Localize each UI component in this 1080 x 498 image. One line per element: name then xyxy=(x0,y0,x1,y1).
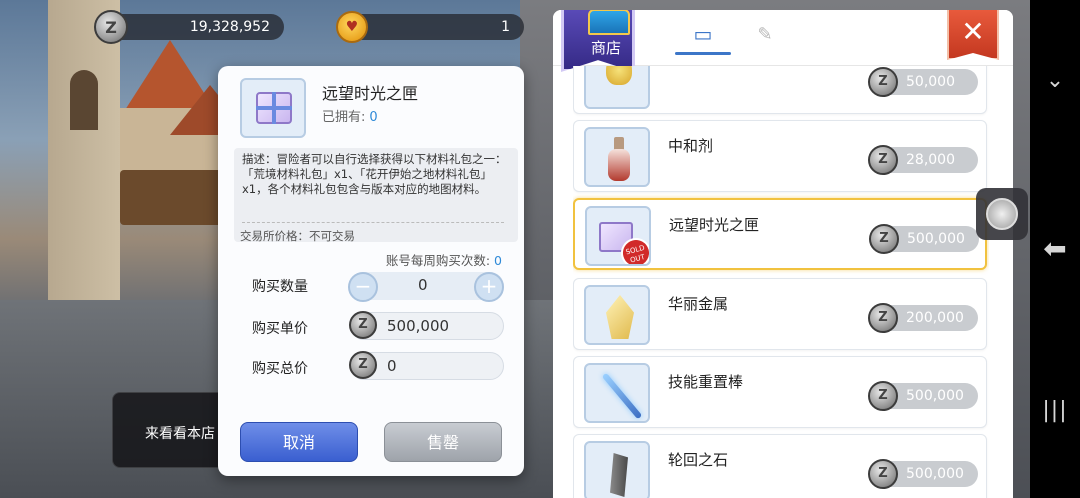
zeny-coin-icon: Z xyxy=(868,145,898,175)
tab-tools[interactable]: ✎ xyxy=(745,24,785,54)
background-window xyxy=(70,70,98,130)
item-price-value: 500,000 xyxy=(907,231,965,247)
owned-label: 已拥有: xyxy=(322,110,366,125)
owned-count: 0 xyxy=(369,110,378,125)
background-cart xyxy=(120,170,225,225)
tool-icon: ✎ xyxy=(757,24,773,45)
item-price: Z 50,000 xyxy=(868,67,978,97)
close-button[interactable]: ✕ xyxy=(947,10,999,60)
item-name: 华丽金属 xyxy=(668,295,729,313)
active-tab-indicator xyxy=(675,52,731,55)
purchase-dialog: 远望时光之匣 已拥有: 0 描述：冒险者可以自行选择获得以下材料礼包之一：「荒境材… xyxy=(218,66,524,476)
item-thumbnail xyxy=(584,285,650,345)
dialog-item-thumbnail xyxy=(240,78,306,138)
item-price: Z 500,000 xyxy=(868,459,978,489)
tab-shop[interactable]: ▭ xyxy=(677,22,729,62)
chevron-down-icon[interactable]: ⌄ xyxy=(1030,68,1080,93)
cat-coin-icon: ♥ xyxy=(336,11,368,43)
unit-price-label: 购买单价 xyxy=(252,321,308,337)
shop-item-selected[interactable]: SOLD OUT 远望时光之匣 Z 500,000 xyxy=(573,198,987,270)
quantity-increase-button[interactable]: + xyxy=(474,272,504,302)
zeny-coin-icon: Z xyxy=(868,303,898,333)
shop-item[interactable]: 轮回之石 Z 500,000 xyxy=(573,434,987,498)
description-divider xyxy=(242,222,504,223)
sold-out-button[interactable]: 售罄 xyxy=(384,422,502,462)
item-price: Z 200,000 xyxy=(868,303,978,333)
gift-box-icon xyxy=(256,92,292,124)
trade-price-text: 交易所价格：不可交易 xyxy=(240,229,355,243)
item-thumbnail xyxy=(584,363,650,423)
total-price-value: 0 xyxy=(387,357,397,375)
item-name: 远望时光之匣 xyxy=(669,216,760,234)
weekly-limit-label: 账号每周购买次数: xyxy=(385,253,491,268)
item-price-value: 28,000 xyxy=(906,152,955,168)
shop-item[interactable]: Z 50,000 xyxy=(573,66,987,114)
zeny-balance: 19,328,952 xyxy=(189,19,270,35)
shop-item[interactable]: 华丽金属 Z 200,000 xyxy=(573,278,987,350)
background-tower xyxy=(48,0,120,300)
shop-panel: 商店 ▭ ✎ ✕ Z 50,000 中和剂 Z 28,000 SOLD OUT … xyxy=(553,10,1013,498)
crystal-metal-icon xyxy=(606,295,634,339)
zeny-coin-icon: Z xyxy=(349,311,377,339)
zeny-coin-icon: Z xyxy=(868,381,898,411)
zeny-coin-icon: Z xyxy=(869,224,899,254)
item-thumbnail xyxy=(584,66,650,109)
item-price-value: 200,000 xyxy=(906,310,964,326)
zeny-balance-bar: 19,328,952 xyxy=(102,14,284,40)
weekly-limit-value: 0 xyxy=(494,253,502,268)
recent-apps-icon[interactable]: ||| xyxy=(1030,398,1080,423)
floating-assist-button[interactable] xyxy=(976,188,1028,240)
item-thumbnail xyxy=(584,441,650,498)
zeny-coin-icon: Z xyxy=(868,67,898,97)
potion-bottle-icon xyxy=(608,137,630,181)
item-thumbnail xyxy=(584,127,650,187)
quantity-label: 购买数量 xyxy=(252,279,308,295)
total-price-label: 购买总价 xyxy=(252,361,308,377)
item-name: 技能重置棒 xyxy=(668,373,744,391)
item-name: 轮回之石 xyxy=(668,451,729,469)
quantity-decrease-button[interactable]: − xyxy=(348,272,378,302)
item-price: Z 500,000 xyxy=(869,224,979,254)
weekly-purchase-limit: 账号每周购买次数: 0 xyxy=(386,250,502,269)
unit-price-field: Z 500,000 xyxy=(349,311,504,340)
chat-preview-text: 来看看本店 xyxy=(145,426,215,442)
item-name: 中和剂 xyxy=(668,137,714,155)
cancel-button[interactable]: 取消 xyxy=(240,422,358,462)
skill-reset-rod-icon xyxy=(601,372,643,420)
item-price-value: 500,000 xyxy=(906,388,964,404)
shop-item[interactable]: 技能重置棒 Z 500,000 xyxy=(573,356,987,428)
zeny-coin-icon: Z xyxy=(349,351,377,379)
dialog-owned: 已拥有: 0 xyxy=(322,106,378,125)
quantity-value: 0 xyxy=(418,276,428,294)
shop-item[interactable]: 中和剂 Z 28,000 xyxy=(573,120,987,192)
treasure-chest-icon xyxy=(588,10,630,35)
item-price-value: 500,000 xyxy=(906,466,964,482)
item-price: Z 500,000 xyxy=(868,381,978,411)
item-price-value: 50,000 xyxy=(906,74,955,90)
cat-coin-balance-bar: 1 xyxy=(346,14,524,40)
zeny-coin-icon: Z xyxy=(868,459,898,489)
close-icon: ✕ xyxy=(961,15,985,48)
back-arrow-icon[interactable]: ⬅ xyxy=(1030,232,1080,265)
item-price: Z 28,000 xyxy=(868,145,978,175)
cat-coin-balance: 1 xyxy=(501,19,510,35)
zeny-coin-icon: Z xyxy=(94,10,128,44)
item-description-text: 描述：冒险者可以自行选择获得以下材料礼包之一：「荒境材料礼包」x1、「花开伊始之… xyxy=(242,152,507,196)
assist-dot-icon xyxy=(986,198,1018,230)
item-thumbnail: SOLD OUT xyxy=(585,206,651,266)
total-price-field: Z 0 xyxy=(349,351,504,380)
shop-icon: ▭ xyxy=(693,22,713,46)
dialog-item-name: 远望时光之匣 xyxy=(322,84,419,103)
bell-item-icon xyxy=(606,66,632,85)
reincarnation-stone-icon xyxy=(610,453,628,497)
shop-badge-label: 商店 xyxy=(590,39,621,57)
shop-item-list[interactable]: Z 50,000 中和剂 Z 28,000 SOLD OUT 远望时光之匣 Z … xyxy=(573,66,989,498)
system-navigation-bar: ⌄ ⬅ ||| xyxy=(1030,0,1080,498)
unit-price-value: 500,000 xyxy=(387,317,450,335)
